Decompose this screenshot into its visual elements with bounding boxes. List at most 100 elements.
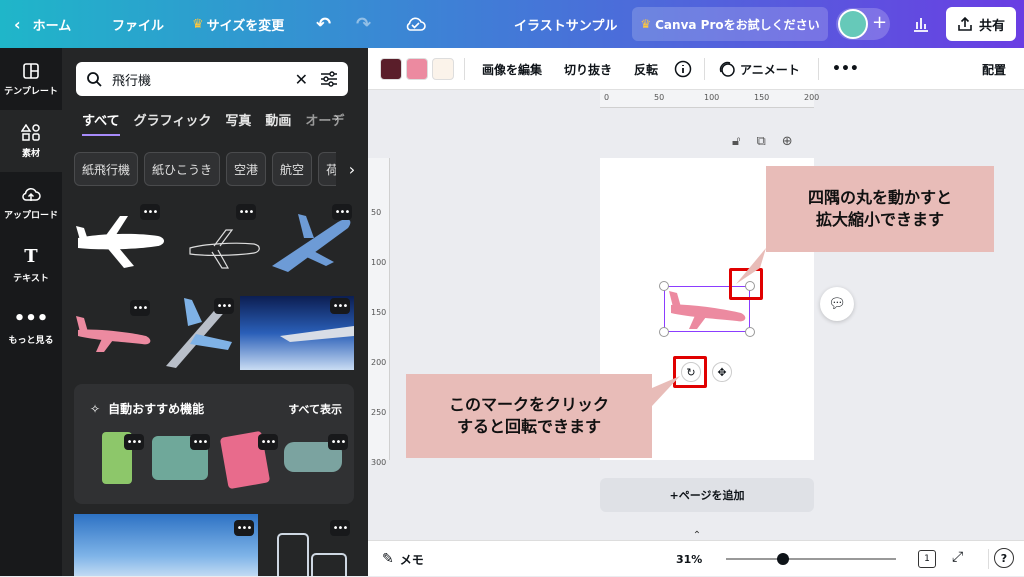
save-status-button[interactable] xyxy=(404,0,426,48)
help-icon[interactable]: ? xyxy=(994,548,1014,568)
color-swatch[interactable] xyxy=(432,58,454,80)
unlock-icon[interactable]: 🔓︎ xyxy=(732,134,740,149)
photo-airplane-wing[interactable]: ••• xyxy=(240,296,354,370)
chip-keyword[interactable]: 空港 xyxy=(226,152,267,186)
top-bar: ‹ ホーム ファイル ♛ サイズを変更 ↶ ↷ イラストサンプル ♛ Canva… xyxy=(0,0,1024,48)
collaborators-group[interactable]: + xyxy=(836,8,890,40)
more-options-icon[interactable]: ••• xyxy=(130,300,150,316)
chip-keyword[interactable]: 航空 xyxy=(272,152,313,186)
chevron-right-icon[interactable]: › xyxy=(334,110,340,126)
clear-icon[interactable]: ✕ xyxy=(295,70,308,89)
document-title[interactable]: イラストサンプル xyxy=(514,0,617,48)
color-swatch[interactable] xyxy=(406,58,428,80)
add-comment-button[interactable]: 💬︎ xyxy=(820,287,854,321)
more-options-icon[interactable]: ••• xyxy=(332,204,352,220)
more-options-icon[interactable]: ••• xyxy=(832,48,859,90)
more-options-icon[interactable]: ••• xyxy=(236,204,256,220)
graphic-airplane-line[interactable]: ••• xyxy=(184,204,264,278)
more-options-icon[interactable]: ••• xyxy=(214,298,234,314)
insights-button[interactable] xyxy=(912,0,930,48)
see-all-link[interactable]: すべて表示 xyxy=(288,401,342,417)
bar-chart-icon xyxy=(914,18,928,32)
rail-item-uploads[interactable]: アップロード xyxy=(0,172,62,234)
filter-icon[interactable] xyxy=(320,71,338,87)
rail-item-text[interactable]: T テキスト xyxy=(0,234,62,296)
graphic-airplane-silhouette[interactable]: ••• xyxy=(74,204,168,278)
info-icon xyxy=(674,60,692,78)
more-options-icon[interactable]: ••• xyxy=(140,204,160,220)
color-swatch[interactable] xyxy=(380,58,402,80)
search-input[interactable]: 飛行機 xyxy=(112,70,295,89)
suggestions-section: ✧ 自動おすすめ機能 すべて表示 ••• ••• ••• ••• xyxy=(74,384,354,504)
ruler-tick: 300 xyxy=(371,458,387,467)
rail-item-more[interactable]: ••• もっと見る xyxy=(0,296,62,358)
divider xyxy=(818,58,819,80)
page-count-button[interactable]: 1 xyxy=(918,550,936,568)
add-page-icon[interactable]: ⊕ xyxy=(782,134,793,149)
add-collaborator-icon[interactable]: + xyxy=(872,12,887,33)
undo-button[interactable]: ↶ xyxy=(316,0,331,48)
ruler-tick: 200 xyxy=(371,358,387,367)
search-box[interactable]: 飛行機 ✕ xyxy=(76,62,348,96)
crown-icon: ♛ xyxy=(192,16,204,32)
layout-icon xyxy=(23,62,39,79)
rail-item-templates[interactable]: テンプレート xyxy=(0,48,62,110)
fullscreen-icon[interactable]: ⤢ xyxy=(952,549,963,565)
graphic-airplane-blue-gray[interactable]: ••• xyxy=(158,296,236,370)
try-pro-button[interactable]: ♛ Canva Proをお試しください xyxy=(632,7,828,41)
more-options-icon[interactable]: ••• xyxy=(330,298,350,314)
home-button[interactable]: ‹ ホーム xyxy=(14,0,71,48)
tab-photos[interactable]: 写真 xyxy=(225,110,251,136)
tab-all[interactable]: すべて xyxy=(82,110,120,136)
graphic-airplane-pink[interactable]: ••• xyxy=(74,300,154,362)
rail-item-elements[interactable]: 素材 xyxy=(0,110,62,172)
redo-button[interactable]: ↷ xyxy=(356,0,371,48)
more-options-icon[interactable]: ••• xyxy=(190,434,210,450)
zoom-slider[interactable] xyxy=(726,553,896,565)
more-options-icon[interactable]: ••• xyxy=(234,520,254,536)
tab-graphics[interactable]: グラフィック xyxy=(134,110,212,136)
flip-button[interactable]: 反転 xyxy=(634,48,658,90)
divider xyxy=(988,549,989,569)
chevron-left-icon: ‹ xyxy=(14,14,21,34)
chip-keyword[interactable]: 紙飛行機 xyxy=(74,152,139,186)
add-page-button[interactable]: +ページを追加 xyxy=(600,478,814,512)
keyword-chips: 紙飛行機 紙ひこうき 空港 航空 荷物 xyxy=(74,152,359,186)
suggestions-title: 自動おすすめ機能 xyxy=(108,402,205,416)
horizontal-ruler: 0 50 100 150 200 xyxy=(600,90,819,108)
side-rail: テンプレート 素材 アップロード T テキスト ••• もっと見る xyxy=(0,48,62,576)
crop-button[interactable]: 切り抜き xyxy=(564,48,612,90)
page-tools: 🔓︎ ⧉ ⊕ xyxy=(732,134,793,149)
more-options-icon[interactable]: ••• xyxy=(328,434,348,450)
arrange-button[interactable]: 配置 xyxy=(982,48,1006,90)
chips-next-icon[interactable]: › xyxy=(336,152,368,186)
vertical-ruler: 50 100 150 200 250 300 xyxy=(368,158,390,467)
text-icon: T xyxy=(24,245,38,267)
more-options-icon[interactable]: ••• xyxy=(124,434,144,450)
file-menu[interactable]: ファイル xyxy=(112,0,164,48)
zoom-level[interactable]: 31% xyxy=(676,541,702,577)
info-button[interactable] xyxy=(674,48,692,90)
chip-keyword[interactable]: 紙ひこうき xyxy=(144,152,221,186)
edit-image-button[interactable]: 画像を編集 xyxy=(482,48,542,90)
zoom-slider-thumb[interactable] xyxy=(777,553,789,565)
ruler-tick: 0 xyxy=(604,93,610,102)
avatar[interactable] xyxy=(838,9,868,39)
callout-rotate: このマークをクリック すると回転できます xyxy=(406,374,652,458)
tab-videos[interactable]: 動画 xyxy=(265,110,291,136)
more-options-icon[interactable]: ••• xyxy=(330,520,350,536)
graphic-luggage[interactable]: ••• xyxy=(268,514,354,576)
notes-button[interactable]: ✎ メモ xyxy=(382,541,424,577)
photo-airplane-sky[interactable]: ••• xyxy=(74,514,258,576)
divider xyxy=(704,58,705,80)
undo-icon: ↶ xyxy=(316,13,332,35)
animate-button[interactable]: アニメート xyxy=(718,48,800,90)
elements-panel: 飛行機 ✕ すべて グラフィック 写真 動画 オーデ › 紙飛行機 紙ひこうき … xyxy=(62,48,368,576)
ruler-tick: 200 xyxy=(804,93,820,102)
more-options-icon[interactable]: ••• xyxy=(258,434,278,450)
graphic-airplane-blue[interactable]: ••• xyxy=(268,204,354,278)
animate-icon xyxy=(719,61,735,77)
resize-button[interactable]: ♛ サイズを変更 xyxy=(192,0,284,48)
duplicate-page-icon[interactable]: ⧉ xyxy=(756,134,765,149)
share-button[interactable]: 共有 xyxy=(946,7,1016,41)
